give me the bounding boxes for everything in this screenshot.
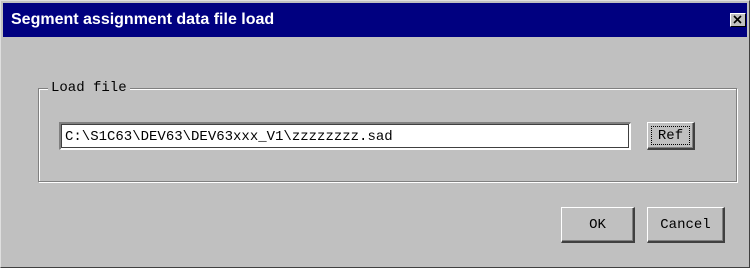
file-path-input[interactable]	[59, 122, 631, 150]
window-title: Segment assignment data file load	[11, 11, 275, 28]
close-button[interactable]	[730, 13, 746, 27]
focus-rectangle	[651, 126, 690, 145]
ref-button[interactable]: Ref	[647, 122, 695, 150]
load-file-label: Load file	[48, 80, 130, 96]
close-icon	[733, 15, 742, 24]
cancel-button[interactable]: Cancel	[647, 207, 725, 243]
dialog-window: Segment assignment data file load Load f…	[0, 0, 750, 268]
ok-button[interactable]: OK	[561, 207, 635, 243]
title-bar[interactable]: Segment assignment data file load	[3, 3, 747, 37]
